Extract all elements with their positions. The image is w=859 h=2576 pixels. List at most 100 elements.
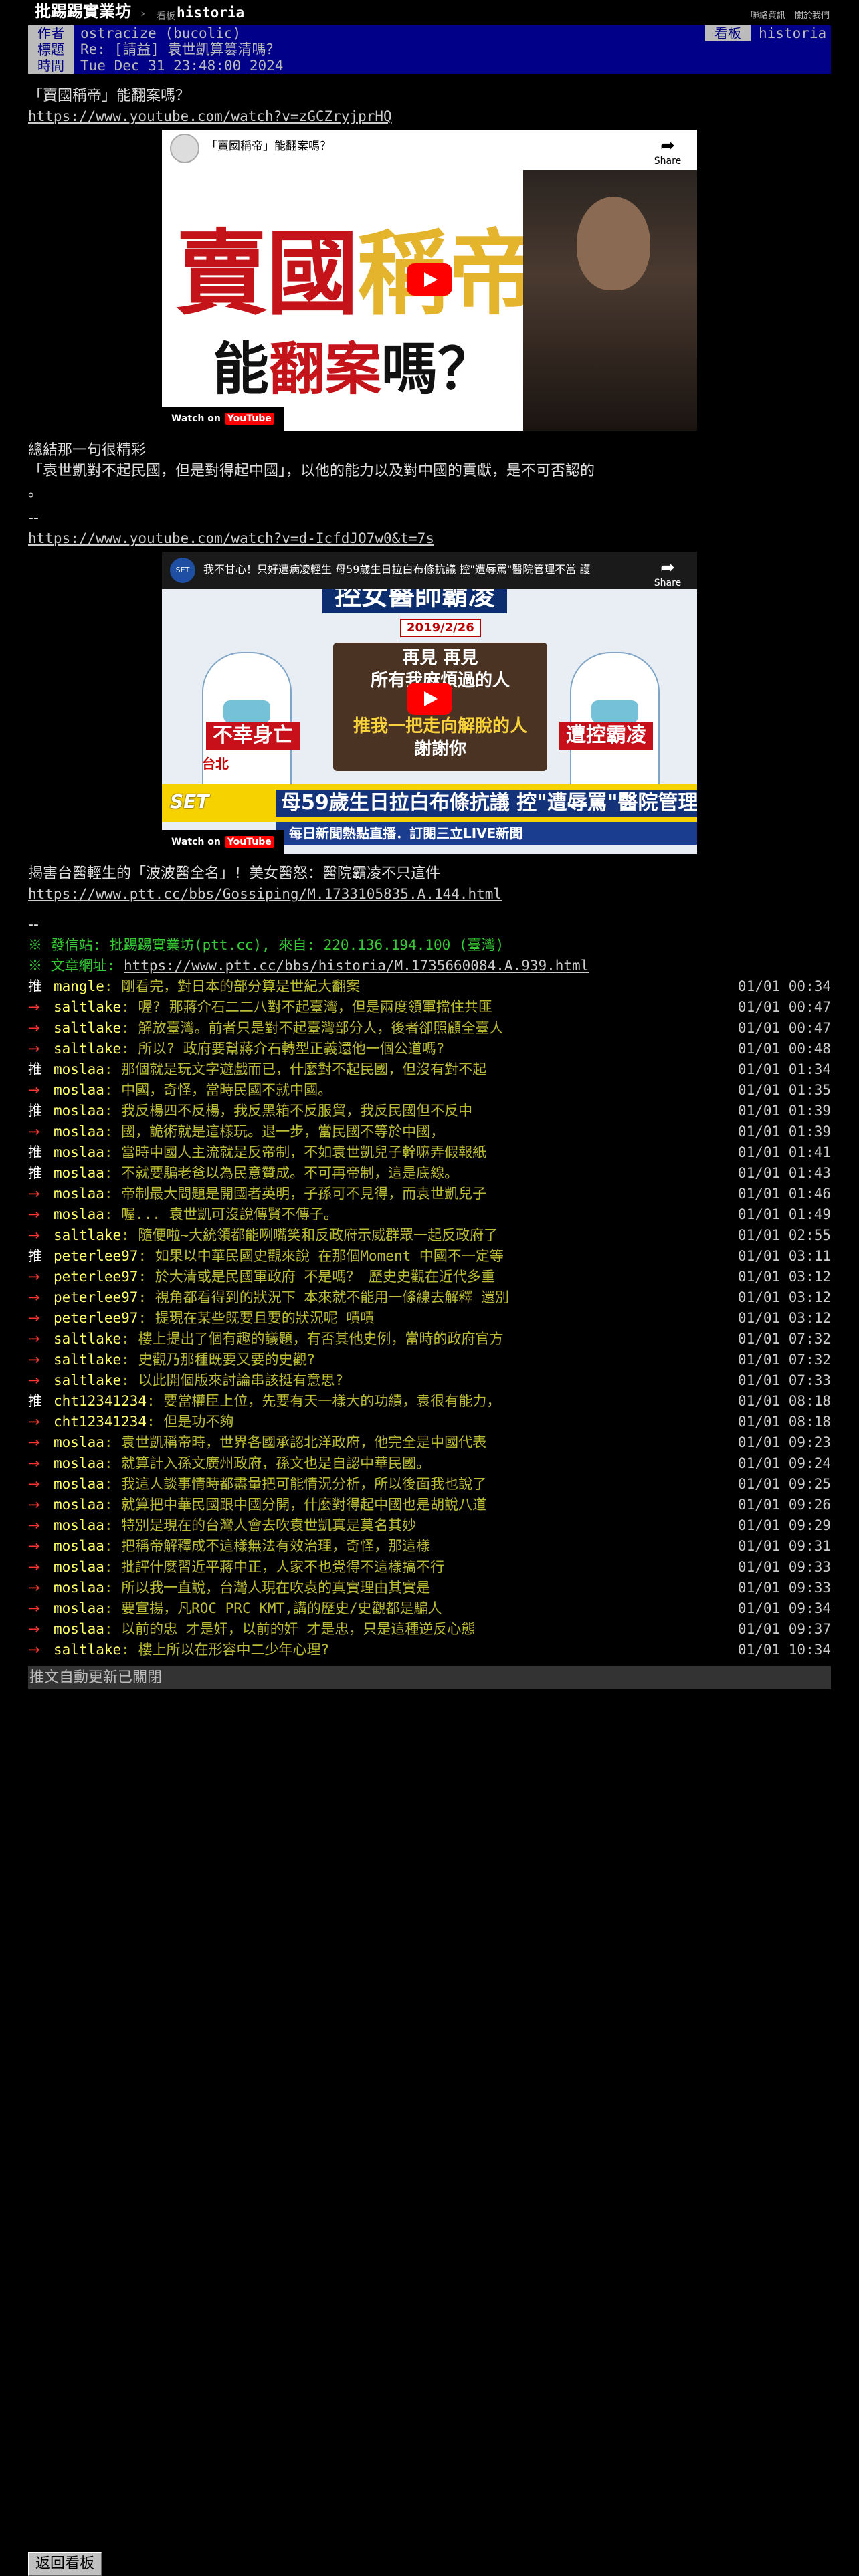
play-button[interactable] (407, 683, 452, 715)
push-userid[interactable]: moslaa (54, 1455, 104, 1471)
push-content: : 如果以中華民國史觀來說 在那個Moment 中國不一定等 (138, 1248, 504, 1264)
site-logo[interactable]: 批踢踢實業坊 (35, 1, 131, 22)
channel-logo[interactable]: SET (170, 558, 195, 583)
news-ticker: 每日新聞熱點直播．訂閱三立LIVE新聞 (276, 822, 697, 845)
youtube-link-2[interactable]: https://www.youtube.com/watch?v=d-IcfdJO… (28, 528, 831, 549)
push-tag: → (28, 1082, 40, 1098)
push-content: : 袁世凱稱帝時，世界各國承認北洋政府，他完全是中國代表 (104, 1434, 487, 1451)
article-content: 「賣國稱帝」能翻案嗎？ https://www.youtube.com/watc… (28, 86, 831, 1689)
push-tag: 推 (28, 1165, 42, 1181)
watch-on-youtube-button[interactable]: Watch on YouTube (162, 830, 284, 854)
push-userid[interactable]: moslaa (54, 1165, 104, 1181)
push-userid[interactable]: moslaa (54, 1476, 104, 1492)
push-userid[interactable]: moslaa (54, 1538, 104, 1554)
push-content: : 所以我一直說，台灣人現在吹袁的真實理由其實是 (104, 1580, 431, 1596)
push-userid[interactable]: moslaa (54, 1082, 104, 1098)
push-row: → saltlake: 以此開個版來討論串該挺有意思? 01/01 07:33 (28, 1370, 831, 1391)
push-userid[interactable]: peterlee97 (54, 1248, 138, 1264)
push-tag: → (28, 1559, 40, 1575)
push-content: : 喔... 袁世凱可沒說傳賢不傳子。 (104, 1206, 338, 1222)
push-userid[interactable]: moslaa (54, 1103, 104, 1119)
push-userid[interactable]: moslaa (54, 1621, 104, 1637)
body-line: 。 (28, 484, 43, 500)
push-content: : 提現在某些既要且要的狀況呢 嘖嘖 (138, 1310, 375, 1326)
push-userid[interactable]: moslaa (54, 1123, 104, 1140)
push-row: → saltlake: 解放臺灣。前者只是對不起臺灣部分人，後者卻照顧全臺人 01/… (28, 1018, 831, 1039)
ptt-link[interactable]: https://www.ptt.cc/bbs/Gossiping/M.17331… (28, 884, 831, 905)
push-userid[interactable]: saltlake (54, 1331, 121, 1347)
push-userid[interactable]: saltlake (54, 1372, 121, 1388)
title-value: Re: [請益] 袁世凱算篡清嗎？ (80, 41, 280, 58)
share-icon: ➦ (660, 558, 675, 578)
push-tag: → (28, 1269, 40, 1285)
push-userid[interactable]: cht12341234 (54, 1393, 147, 1409)
play-button[interactable] (407, 263, 452, 296)
push-userid[interactable]: peterlee97 (54, 1269, 138, 1285)
push-userid[interactable]: moslaa (54, 1559, 104, 1575)
breadcrumb-board-tag: 看板 (157, 11, 175, 22)
push-row: → saltlake: 隨便啦~大統領都能咧嘴笑和反政府示威群眾一起反政府了 01/… (28, 1225, 831, 1246)
push-content: : 樓上所以在形容中二少年心理? (121, 1642, 330, 1658)
push-userid[interactable]: saltlake (54, 1352, 121, 1368)
push-userid[interactable]: saltlake (54, 999, 121, 1015)
push-time: 01/01 07:32 (737, 1352, 831, 1368)
push-time: 01/01 01:35 (737, 1082, 831, 1098)
push-userid[interactable]: saltlake (54, 1020, 121, 1036)
push-content: : 解放臺灣。前者只是對不起臺灣部分人，後者卻照顧全臺人 (121, 1020, 504, 1036)
push-userid[interactable]: moslaa (54, 1517, 104, 1533)
push-row: 推 peterlee97: 如果以中華民國史觀來說 在那個Moment 中國不一定… (28, 1246, 831, 1267)
push-userid[interactable]: saltlake (54, 1642, 121, 1658)
push-content: : 以此開個版來討論串該挺有意思? (121, 1372, 344, 1388)
video-title[interactable]: 「賣國稱帝」能翻案嗎？ (206, 139, 331, 154)
time-label: 時間 (28, 58, 74, 74)
push-userid[interactable]: cht12341234 (54, 1414, 147, 1430)
video-title[interactable]: 我不甘心！只好遭病凌輕生 母59歲生日拉白布條抗議 控"遭辱罵"醫院管理不當 護 (203, 562, 638, 577)
push-row: → moslaa: 就算把中華民國跟中國分開，什麼對得起中國也是胡說八道 01/01… (28, 1495, 831, 1515)
board-value: historia (759, 25, 827, 41)
push-time: 01/01 03:12 (737, 1310, 831, 1326)
video-title-bar: SET 我不甘心！只好遭病凌輕生 母59歲生日拉白布條抗議 控"遭辱罵"醫院管理… (162, 552, 697, 589)
push-time: 01/01 09:23 (737, 1434, 831, 1451)
push-userid[interactable]: moslaa (54, 1186, 104, 1202)
push-userid[interactable]: moslaa (54, 1600, 104, 1616)
push-content: : 視角都看得到的狀況下 本來就不能用一條線去解釋 還別 (138, 1289, 510, 1305)
push-userid[interactable]: mangle (54, 978, 104, 994)
push-content: : 喔? 那蔣介石二二八對不起臺灣，但是兩度領軍擋住共匪 (121, 999, 492, 1015)
channel-avatar[interactable] (170, 134, 199, 163)
share-button[interactable]: ➦ Share (648, 558, 688, 589)
push-userid[interactable]: moslaa (54, 1144, 104, 1160)
push-userid[interactable]: moslaa (54, 1434, 104, 1451)
watch-on-youtube-button[interactable]: Watch on YouTube (162, 407, 284, 431)
youtube-link-1[interactable]: https://www.youtube.com/watch?v=zGCZryjp… (28, 106, 831, 127)
push-content: : 史觀乃那種既要又要的史觀? (121, 1352, 316, 1368)
push-time: 01/01 00:34 (737, 978, 831, 994)
thumbnail-title-line-2: 能翻案嗎？ (213, 336, 494, 402)
push-content: : 就算把中華民國跟中國分開，什麼對得起中國也是胡說八道 (104, 1497, 487, 1513)
divider-text: -- (28, 510, 39, 526)
push-userid[interactable]: moslaa (54, 1206, 104, 1222)
push-userid[interactable]: peterlee97 (54, 1289, 138, 1305)
push-userid[interactable]: saltlake (54, 1041, 121, 1057)
push-time: 01/01 01:34 (737, 1061, 831, 1077)
push-tag: 推 (28, 1061, 42, 1077)
article-url-link[interactable]: https://www.ptt.cc/bbs/historia/M.173566… (124, 958, 589, 974)
about-link[interactable]: 關於我們 (795, 11, 830, 21)
youtube-embed-1[interactable]: 賣國稱帝 能翻案嗎？ 「賣國稱帝」能翻案嗎？ ➦ Share Watch onY… (162, 130, 697, 431)
push-content: : 樓上提出了個有趣的議題，有否其他史例，當時的政府官方 (121, 1331, 504, 1347)
push-userid[interactable]: saltlake (54, 1227, 121, 1243)
breadcrumb-separator: › (139, 7, 147, 21)
thumbnail-portrait (523, 170, 697, 431)
push-time: 01/01 01:49 (737, 1206, 831, 1222)
push-userid[interactable]: moslaa (54, 1580, 104, 1596)
push-userid[interactable]: moslaa (54, 1497, 104, 1513)
push-userid[interactable]: peterlee97 (54, 1310, 138, 1326)
thumbnail-title-line-1: 賣國稱帝 (175, 219, 541, 328)
youtube-embed-2[interactable]: 控女醫師霸凌 2019/2/26 再見 再見 所有我麻煩過的人 了 推我一把走向… (162, 552, 697, 854)
share-button[interactable]: ➦ Share (648, 136, 688, 167)
youtube-logo-icon: YouTube (224, 836, 274, 848)
back-to-board-button[interactable]: 返回看板 (28, 2552, 102, 2576)
push-userid[interactable]: moslaa (54, 1061, 104, 1077)
push-row: → saltlake: 喔? 那蔣介石二二八對不起臺灣，但是兩度領軍擋住共匪 01/… (28, 997, 831, 1018)
breadcrumb-board-link[interactable]: historia (177, 3, 244, 23)
contact-link[interactable]: 聯絡資訊 (751, 11, 785, 21)
